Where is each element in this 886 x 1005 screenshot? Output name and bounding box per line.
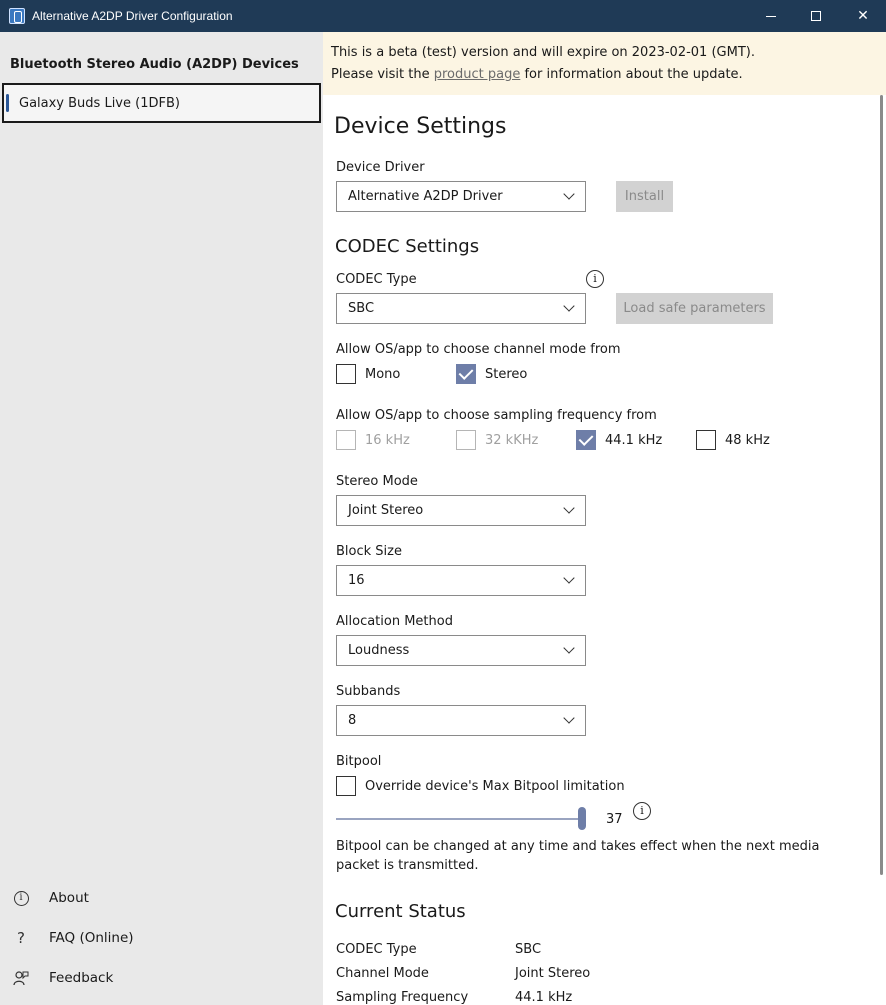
stereo-label: Stereo [485, 366, 528, 382]
status-sampling-frequency-value: 44.1 kHz [515, 990, 573, 1005]
checkbox-box [336, 430, 356, 450]
close-button[interactable]: ✕ [840, 0, 886, 32]
maximize-button[interactable] [793, 0, 839, 32]
faq-label: FAQ (Online) [49, 930, 134, 946]
close-icon: ✕ [857, 8, 869, 24]
checkbox-box [336, 364, 356, 384]
freq-16khz-checkbox[interactable]: 16 kHz [336, 430, 410, 450]
title-bar: Alternative A2DP Driver Configuration ✕ [0, 0, 886, 32]
block-size-label: Block Size [336, 544, 402, 559]
status-codec-type-key: CODEC Type [336, 942, 417, 957]
feedback-icon [12, 969, 30, 987]
bitpool-override-label: Override device's Max Bitpool limitation [365, 778, 625, 794]
freq-48khz-label: 48 kHz [725, 432, 770, 448]
device-settings-heading: Device Settings [334, 114, 507, 139]
stereo-mode-select[interactable]: Joint Stereo [336, 495, 586, 526]
install-button[interactable]: Install [616, 181, 673, 212]
product-page-link[interactable]: product page [434, 67, 521, 82]
codec-type-value: SBC [348, 301, 375, 316]
stereo-mode-label: Stereo Mode [336, 474, 418, 489]
feedback-link[interactable]: Feedback [12, 966, 113, 990]
codec-type-select[interactable]: SBC [336, 293, 586, 324]
freq-44khz-checkbox[interactable]: 44.1 kHz [576, 430, 662, 450]
selection-indicator [6, 94, 9, 112]
bitpool-note: Bitpool can be changed at any time and t… [336, 839, 820, 873]
freq-48khz-checkbox[interactable]: 48 kHz [696, 430, 770, 450]
minimize-icon [766, 15, 776, 17]
chevron-down-icon [563, 572, 575, 584]
sidebar-heading: Bluetooth Stereo Audio (A2DP) Devices [10, 57, 299, 72]
current-status-heading: Current Status [335, 901, 466, 922]
stereo-checkbox[interactable]: Stereo [456, 364, 527, 384]
mono-checkbox[interactable]: Mono [336, 364, 400, 384]
checkbox-box [696, 430, 716, 450]
allocation-method-select[interactable]: Loudness [336, 635, 586, 666]
freq-32khz-label: 32 kKHz [485, 432, 539, 448]
freq-44khz-label: 44.1 kHz [605, 432, 663, 448]
bitpool-slider-track[interactable] [336, 818, 583, 820]
checkmark-icon [576, 430, 596, 450]
chevron-down-icon [563, 300, 575, 312]
maximize-icon [811, 11, 821, 21]
subbands-label: Subbands [336, 684, 401, 699]
subbands-select[interactable]: 8 [336, 705, 586, 736]
app-icon [9, 8, 25, 24]
codec-settings-heading: CODEC Settings [335, 236, 480, 257]
banner-line2-suffix: for information about the update. [520, 67, 743, 82]
device-driver-value: Alternative A2DP Driver [348, 189, 503, 204]
beta-banner: This is a beta (test) version and will e… [323, 32, 886, 95]
status-sampling-frequency-key: Sampling Frequency [336, 990, 469, 1005]
codec-type-label: CODEC Type [336, 272, 417, 287]
question-icon: ? [17, 929, 25, 947]
stereo-mode-value: Joint Stereo [348, 503, 424, 518]
faq-link[interactable]: ? FAQ (Online) [12, 926, 134, 950]
device-name: Galaxy Buds Live (1DFB) [19, 95, 180, 111]
block-size-select[interactable]: 16 [336, 565, 586, 596]
status-channel-mode-value: Joint Stereo [515, 966, 591, 981]
codec-info-icon[interactable]: i [586, 270, 604, 288]
chevron-down-icon [563, 502, 575, 514]
freq-32khz-checkbox[interactable]: 32 kKHz [456, 430, 538, 450]
load-safe-parameters-button[interactable]: Load safe parameters [616, 293, 773, 324]
feedback-label: Feedback [49, 970, 114, 986]
banner-line2-prefix: Please visit the [331, 67, 434, 82]
bitpool-value: 37 [606, 812, 623, 827]
checkbox-box [456, 430, 476, 450]
block-size-value: 16 [348, 573, 365, 588]
checkbox-box [336, 776, 356, 796]
sampling-frequency-label: Allow OS/app to choose sampling frequenc… [336, 408, 657, 423]
info-icon: i [12, 889, 30, 907]
banner-line1: This is a beta (test) version and will e… [331, 45, 755, 60]
channel-mode-label: Allow OS/app to choose channel mode from [336, 342, 621, 357]
window-title: Alternative A2DP Driver Configuration [32, 9, 233, 23]
about-label: About [49, 890, 89, 906]
device-driver-label: Device Driver [336, 160, 425, 175]
allocation-method-value: Loudness [348, 643, 410, 658]
scrollbar[interactable] [880, 95, 883, 875]
about-link[interactable]: i About [12, 886, 89, 910]
checkmark-icon [456, 364, 476, 384]
bitpool-slider-thumb[interactable] [578, 807, 586, 830]
bitpool-label: Bitpool [336, 754, 382, 769]
minimize-button[interactable] [748, 0, 794, 32]
chevron-down-icon [563, 188, 575, 200]
chevron-down-icon [563, 642, 575, 654]
banner-line2: Please visit the product page for inform… [331, 64, 886, 86]
status-codec-type-value: SBC [515, 942, 542, 957]
chevron-down-icon [563, 712, 575, 724]
bitpool-override-checkbox[interactable]: Override device's Max Bitpool limitation [336, 776, 625, 796]
freq-16khz-label: 16 kHz [365, 432, 410, 448]
status-channel-mode-key: Channel Mode [336, 966, 429, 981]
device-driver-select[interactable]: Alternative A2DP Driver [336, 181, 586, 212]
allocation-method-label: Allocation Method [336, 614, 453, 629]
device-list-item[interactable]: Galaxy Buds Live (1DFB) [2, 83, 321, 123]
bitpool-info-icon[interactable]: i [633, 802, 651, 820]
subbands-value: 8 [348, 713, 357, 728]
sidebar: Bluetooth Stereo Audio (A2DP) Devices Ga… [0, 32, 323, 1005]
mono-label: Mono [365, 366, 401, 382]
